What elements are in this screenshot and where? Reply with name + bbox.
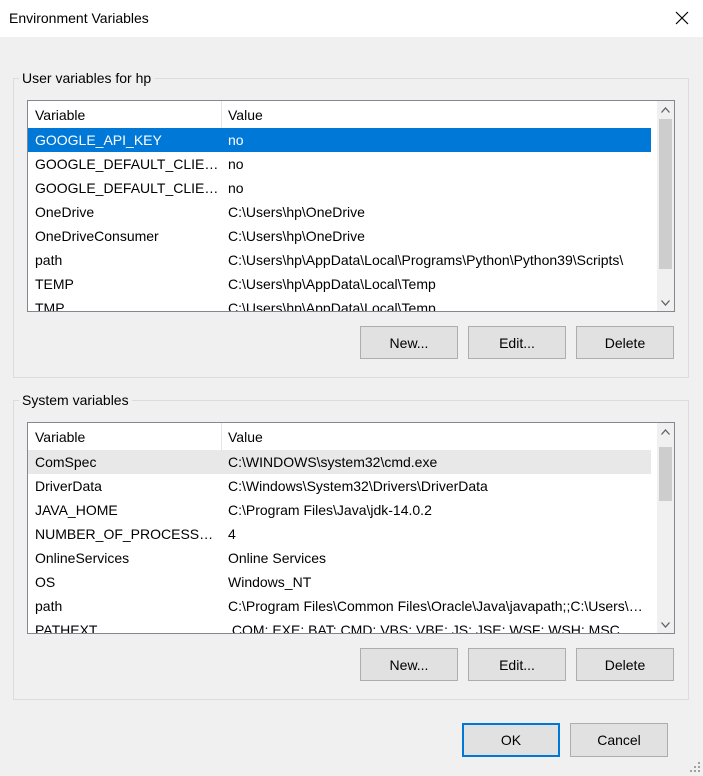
table-row[interactable]: OnlineServices Online Services <box>28 546 651 570</box>
chevron-up-icon <box>661 428 670 435</box>
chevron-up-icon <box>661 106 670 113</box>
scroll-down-button[interactable] <box>657 616 674 633</box>
variable-name-cell: path <box>35 598 63 614</box>
variable-value-cell: C:\Users\hp\AppData\Local\Programs\Pytho… <box>228 252 624 268</box>
variable-value-cell: C:\Windows\System32\Drivers\DriverData <box>228 478 488 494</box>
variable-value-cell: C:\Users\hp\OneDrive <box>228 204 365 220</box>
user-new-button[interactable]: New... <box>360 326 458 359</box>
user-edit-button[interactable]: Edit... <box>468 326 566 359</box>
table-row[interactable]: OneDriveConsumer C:\Users\hp\OneDrive <box>28 224 651 248</box>
table-row[interactable]: OS Windows_NT <box>28 570 651 594</box>
system-variables-label: System variables <box>19 392 132 408</box>
user-delete-button[interactable]: Delete <box>576 326 674 359</box>
system-variables-rows: ComSpec C:\WINDOWS\system32\cmd.exe Driver… <box>28 450 651 634</box>
variable-value-cell: C:\Users\hp\AppData\Local\Temp <box>228 276 436 292</box>
user-variables-list[interactable]: Variable Value GOOGLE_API_KEY no GOOGLE_DE… <box>27 100 675 312</box>
vertical-scrollbar[interactable] <box>657 423 674 633</box>
close-icon <box>675 11 689 25</box>
variable-name-cell: TEMP <box>35 276 74 292</box>
vertical-scrollbar[interactable] <box>657 101 674 311</box>
variable-name-cell: GOOGLE_DEFAULT_CLIENT_ID <box>35 156 223 172</box>
variable-name-cell: OneDriveConsumer <box>35 228 159 244</box>
column-header-value[interactable]: Value <box>228 107 263 123</box>
table-row[interactable]: path C:\Program Files\Common Files\Oracle… <box>28 594 651 618</box>
variable-name-cell: TMP <box>35 300 65 312</box>
variable-value-cell: C:\Program Files\Java\jdk-14.0.2 <box>228 502 432 518</box>
column-divider[interactable] <box>221 101 222 128</box>
user-variables-label: User variables for hp <box>19 70 155 86</box>
close-button[interactable] <box>668 6 696 30</box>
system-edit-button[interactable]: Edit... <box>468 648 566 681</box>
scroll-down-button[interactable] <box>657 294 674 311</box>
table-row[interactable]: TEMP C:\Users\hp\AppData\Local\Temp <box>28 272 651 296</box>
table-row[interactable]: path C:\Users\hp\AppData\Local\Programs\P… <box>28 248 651 272</box>
scroll-thumb[interactable] <box>659 447 672 501</box>
table-row[interactable]: NUMBER_OF_PROCESSORS 4 <box>28 522 651 546</box>
user-variables-rows: GOOGLE_API_KEYnoGOOGLE_DEFAULT_CLIENT_ID… <box>28 128 651 312</box>
variable-name-cell: OneDrive <box>35 204 95 220</box>
variable-value-cell: no <box>228 156 244 172</box>
variable-value-cell: no <box>228 180 244 196</box>
variable-value-cell: C:\WINDOWS\system32\cmd.exe <box>228 454 438 470</box>
variable-value-cell: .COM;.EXE;.BAT;.CMD;.VBS;.VBE;.JS;.JSE;.… <box>228 622 620 634</box>
window-title: Environment Variables <box>9 10 149 26</box>
variable-name-cell: OS <box>35 574 56 590</box>
variable-name-cell: OnlineServices <box>35 550 130 566</box>
variable-value-cell: C:\Program Files\Common Files\Oracle\Jav… <box>228 598 648 614</box>
system-variables-list[interactable]: Variable Value ComSpec C:\WINDOWS\system3… <box>27 422 675 634</box>
column-header-variable[interactable]: Variable <box>35 429 85 445</box>
table-row[interactable]: OneDrive C:\Users\hp\OneDrive <box>28 200 651 224</box>
table-row[interactable]: PATHEXT .COM;.EXE;.BAT;.CMD;.VBS;.VBE;.JS… <box>28 618 651 634</box>
chevron-down-icon <box>661 621 670 628</box>
variable-value-cell: Online Services <box>228 550 327 566</box>
table-row[interactable]: JAVA_HOME C:\Program Files\Java\jdk-14.0.… <box>28 498 651 522</box>
table-row[interactable]: TMP C:\Users\hp\AppData\Local\Temp <box>28 296 651 312</box>
variable-name-cell: PATHEXT <box>35 622 98 634</box>
column-header-value[interactable]: Value <box>228 429 263 445</box>
scroll-up-button[interactable] <box>657 423 674 440</box>
scroll-up-button[interactable] <box>657 101 674 118</box>
system-new-button[interactable]: New... <box>360 648 458 681</box>
variable-name-cell: NUMBER_OF_PROCESSORS <box>35 526 223 542</box>
title-bar: Environment Variables <box>0 0 703 37</box>
variable-name-cell: GOOGLE_API_KEY <box>35 132 162 148</box>
table-row[interactable]: GOOGLE_DEFAULT_CLIENT_ID no <box>28 152 651 176</box>
column-header-variable[interactable]: Variable <box>35 107 85 123</box>
variable-name-cell: ComSpec <box>35 454 97 470</box>
variable-name-cell: path <box>35 252 63 268</box>
variable-value-cell: Windows_NT <box>228 574 312 590</box>
variable-name-cell: GOOGLE_DEFAULT_CLIENT_SECRET <box>35 180 223 196</box>
table-row[interactable]: GOOGLE_API_KEY no <box>28 128 651 152</box>
variable-value-cell: 4 <box>228 526 236 542</box>
variable-value-cell: C:\Users\hp\OneDrive <box>228 228 365 244</box>
list-header: Variable Value <box>28 101 651 128</box>
list-header: Variable Value <box>28 423 651 450</box>
variable-value-cell: no <box>228 132 244 148</box>
column-divider[interactable] <box>221 423 222 450</box>
variable-value-cell: C:\Users\hp\AppData\Local\Temp <box>228 300 436 312</box>
chevron-down-icon <box>661 299 670 306</box>
system-delete-button[interactable]: Delete <box>576 648 674 681</box>
resize-grip-icon[interactable] <box>688 760 701 773</box>
table-row[interactable]: DriverData C:\Windows\System32\Drivers\Dr… <box>28 474 651 498</box>
scroll-thumb[interactable] <box>659 119 672 269</box>
ok-button[interactable]: OK <box>462 723 560 757</box>
variable-name-cell: DriverData <box>35 478 102 494</box>
cancel-button[interactable]: Cancel <box>570 723 668 757</box>
table-row[interactable]: GOOGLE_DEFAULT_CLIENT_SECRET no <box>28 176 651 200</box>
table-row[interactable]: ComSpec C:\WINDOWS\system32\cmd.exe <box>28 450 651 474</box>
variable-name-cell: JAVA_HOME <box>35 502 118 518</box>
